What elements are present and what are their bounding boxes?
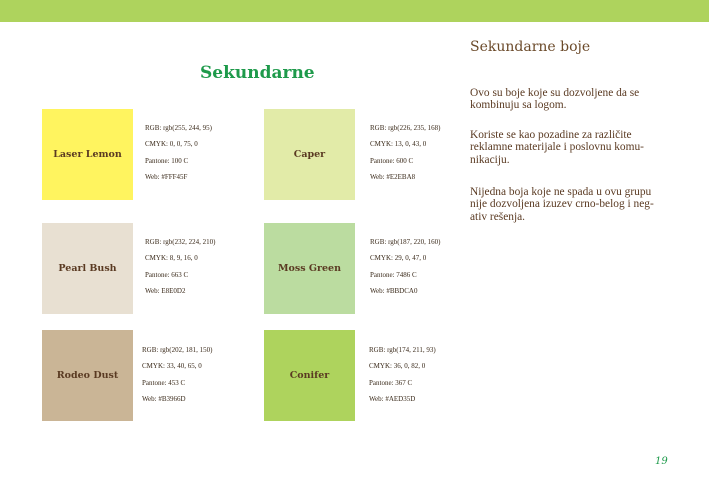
- swatch-caper: Caper: [264, 109, 355, 200]
- pantone-value: Pantone: 7486 C: [370, 270, 417, 279]
- pantone-value: Pantone: 453 C: [142, 378, 186, 387]
- swatch-info-pearl-bush: RGB: rgb(232, 224, 210) CMYK: 8, 9, 16, …: [145, 238, 215, 303]
- swatch-name: Pearl Bush: [58, 263, 117, 274]
- swatch-name: Caper: [293, 149, 326, 160]
- rgb-value: RGB: rgb(202, 181, 150): [142, 346, 213, 354]
- pantone-value: Pantone: 367 C: [369, 378, 413, 387]
- rgb-value: RGB: rgb(187, 220, 160): [370, 238, 441, 246]
- cmyk-value: CMYK: 0, 0, 75, 0: [145, 140, 198, 149]
- rgb-value: RGB: rgb(174, 211, 93): [369, 346, 436, 354]
- web-value: Web: E8E0D2: [145, 286, 186, 295]
- swatch-moss-green: Moss Green: [264, 223, 355, 314]
- web-value: Web: #FFF45F: [145, 172, 188, 181]
- page-heading: Sekundarne boje: [470, 39, 591, 55]
- swatch-pearl-bush: Pearl Bush: [42, 223, 133, 314]
- rgb-value: RGB: rgb(226, 235, 168): [370, 124, 441, 132]
- swatch-info-laser-lemon: RGB: rgb(255, 244, 95) CMYK: 0, 0, 75, 0…: [145, 124, 212, 189]
- web-value: Web: #BBDCA0: [370, 286, 418, 295]
- web-value: Web: #AED35D: [369, 394, 416, 403]
- paragraph-3: Nijedna boja koje ne spada u ovu grupu n…: [470, 186, 654, 223]
- cmyk-value: CMYK: 8, 9, 16, 0: [145, 254, 198, 263]
- pantone-value: Pantone: 600 C: [370, 156, 414, 165]
- section-title: Sekundarne: [200, 63, 315, 83]
- swatch-name: Moss Green: [278, 263, 341, 274]
- cmyk-value: CMYK: 29, 0, 47, 0: [370, 254, 427, 263]
- cmyk-value: CMYK: 33, 40, 65, 0: [142, 362, 202, 371]
- swatch-name: Laser Lemon: [53, 149, 122, 160]
- swatch-info-caper: RGB: rgb(226, 235, 168) CMYK: 13, 0, 43,…: [370, 124, 440, 189]
- swatch-info-moss-green: RGB: rgb(187, 220, 160) CMYK: 29, 0, 47,…: [370, 238, 440, 303]
- cmyk-value: CMYK: 36, 0, 82, 0: [369, 362, 426, 371]
- paragraph-2: Koriste se kao pozadine za različite rek…: [470, 129, 644, 166]
- pantone-value: Pantone: 663 C: [145, 270, 189, 279]
- cmyk-value: CMYK: 13, 0, 43, 0: [370, 140, 427, 149]
- web-value: Web: #E2EBA8: [370, 172, 416, 181]
- rgb-value: RGB: rgb(232, 224, 210): [145, 238, 216, 246]
- swatch-name: Conifer: [289, 370, 330, 381]
- pantone-value: Pantone: 100 C: [145, 156, 189, 165]
- page-number: 19: [655, 456, 668, 467]
- swatch-rodeo-dust: Rodeo Dust: [42, 330, 133, 421]
- paragraph-1: Ovo su boje koje su dozvoljene da se kom…: [470, 87, 640, 112]
- swatch-info-conifer: RGB: rgb(174, 211, 93) CMYK: 36, 0, 82, …: [369, 346, 436, 411]
- swatch-conifer: Conifer: [264, 330, 355, 421]
- swatch-info-rodeo-dust: RGB: rgb(202, 181, 150) CMYK: 33, 40, 65…: [142, 346, 212, 411]
- swatch-laser-lemon: Laser Lemon: [42, 109, 133, 200]
- rgb-value: RGB: rgb(255, 244, 95): [145, 124, 212, 132]
- top-bar: [0, 0, 709, 22]
- web-value: Web: #B3966D: [142, 394, 186, 403]
- swatch-name: Rodeo Dust: [56, 370, 119, 381]
